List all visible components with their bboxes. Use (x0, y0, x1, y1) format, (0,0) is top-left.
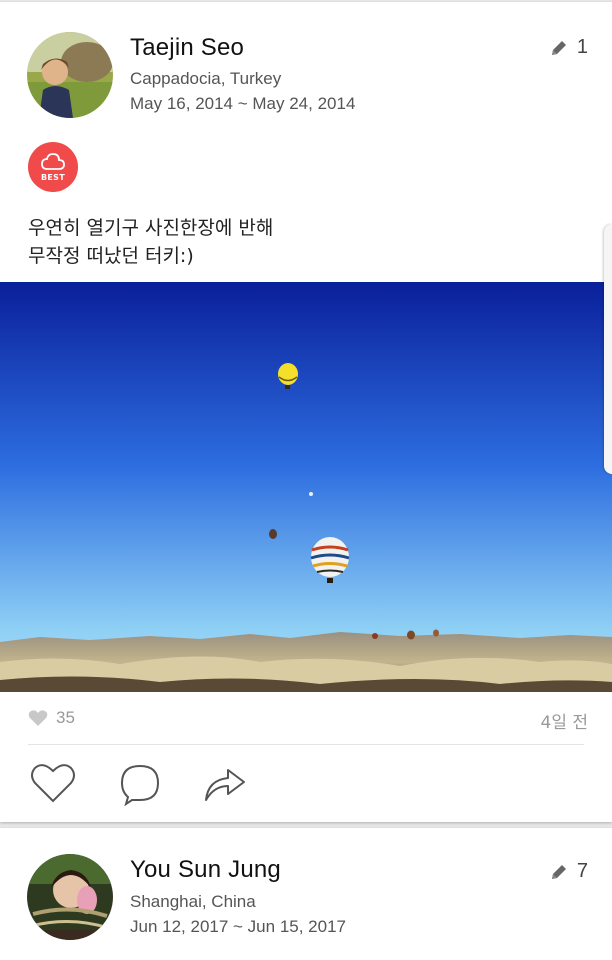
comment-icon (120, 764, 160, 807)
heart-icon (28, 710, 48, 726)
edit-count[interactable]: 1 (549, 36, 588, 59)
author-name[interactable]: You Sun Jung (130, 856, 281, 884)
post-card[interactable]: You Sun Jung Shanghai, China Jun 12, 201… (0, 828, 612, 960)
best-label: BEST (41, 172, 65, 182)
best-badge: BEST (28, 142, 78, 192)
divider (28, 744, 584, 745)
feed: Taejin Seo Cappadocia, Turkey May 16, 20… (0, 0, 612, 960)
heart-outline-icon (31, 764, 75, 803)
cloud-icon (41, 152, 65, 170)
comment-button[interactable] (118, 762, 162, 810)
trip-location: Cappadocia, Turkey (130, 69, 282, 88)
post-caption: 우연히 열기구 사진한장에 반해 무작정 떠났던 터키:) (28, 214, 273, 270)
post-card[interactable]: Taejin Seo Cappadocia, Turkey May 16, 20… (0, 2, 612, 822)
caption-line: 무작정 떠났던 터키:) (28, 245, 194, 267)
edit-count-value: 7 (576, 860, 588, 882)
post-time: 4일 전 (540, 713, 589, 733)
author-avatar[interactable] (27, 854, 113, 940)
author-avatar[interactable] (27, 32, 113, 118)
trip-dates: May 16, 2014 ~ May 24, 2014 (130, 94, 356, 113)
pencil-icon (551, 40, 566, 55)
like-button[interactable] (30, 762, 76, 808)
trip-location: Shanghai, China (130, 892, 256, 911)
author-name[interactable]: Taejin Seo (130, 34, 244, 62)
pencil-icon (551, 864, 566, 879)
caption-line: 우연히 열기구 사진한장에 반해 (28, 217, 274, 239)
trip-dates: Jun 12, 2017 ~ Jun 15, 2017 (130, 917, 346, 936)
like-count: 35 (56, 708, 75, 727)
edge-scroll-handle[interactable] (604, 224, 612, 474)
share-button[interactable] (204, 762, 246, 806)
post-photo[interactable] (0, 282, 612, 692)
like-summary[interactable]: 35 (28, 708, 75, 728)
share-icon (205, 769, 245, 801)
edit-count[interactable]: 7 (549, 860, 588, 883)
edit-count-value: 1 (576, 36, 588, 58)
